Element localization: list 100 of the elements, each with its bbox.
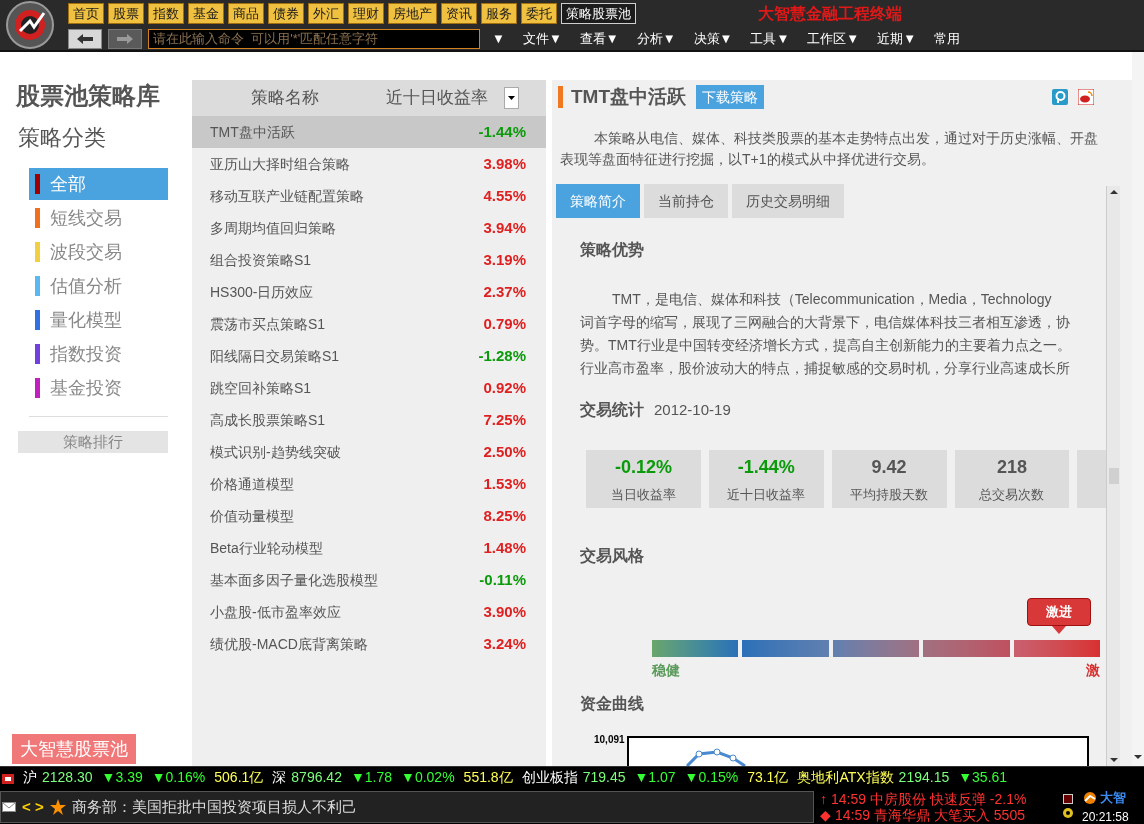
strategy-row[interactable]: 高成长股票策略S1 7.25% <box>192 404 546 436</box>
scrollbar[interactable] <box>1106 186 1120 766</box>
quote-text: 719.45 <box>582 768 626 787</box>
scroll-thumb[interactable] <box>1108 468 1119 484</box>
quote-text: 沪 <box>23 768 37 787</box>
share-icon[interactable] <box>1052 89 1068 105</box>
weibo-icon[interactable] <box>1078 89 1094 105</box>
strategy-row[interactable]: 小盘股-低市盈率效应 3.90% <box>192 596 546 628</box>
stat-value: 9.42 <box>871 455 907 479</box>
alert-marker: ◆ <box>820 806 831 823</box>
nav-button[interactable]: 股票 <box>108 3 144 24</box>
advantage-text-line: 势。TMT行业是中国转变经济增长方式，提高自主创新能力的主要着力点之一。 <box>580 336 1071 355</box>
quote-text: 2194.15 <box>898 768 950 787</box>
detail-tab[interactable]: 当前持仓 <box>644 184 728 218</box>
return-value: 0.79% <box>483 313 526 334</box>
nav-button[interactable]: 服务 <box>481 3 517 24</box>
quote-text: 奥地利ATX指数 <box>797 768 894 787</box>
menu-item[interactable]: 工具▼ <box>744 28 796 49</box>
section-heading: 策略优势 <box>580 240 645 260</box>
return-value: 8.25% <box>483 505 526 526</box>
column-header: 近十日收益率 <box>386 87 489 110</box>
menu-item[interactable]: 近期▼ <box>871 28 922 49</box>
strategy-row[interactable]: 震荡市买点策略S1 0.79% <box>192 308 546 340</box>
category-item[interactable]: 基金投资 <box>29 372 168 404</box>
advantage-text-line: 词首字母的缩写，展现了三网融合的大背景下，电信媒体科技三者相互渗透，协 <box>580 313 1070 332</box>
command-field[interactable]: 请在此输入命令 可以用'*'匹配任意字符 <box>148 28 480 49</box>
menu-item[interactable]: 文件▼ <box>516 28 568 49</box>
strategy-row[interactable]: 组合投资策略S1 3.19% <box>192 244 546 276</box>
back-button[interactable] <box>68 28 102 49</box>
nav-button[interactable]: 房地产 <box>388 3 437 24</box>
news-nav-arrows[interactable]: < > <box>22 795 44 818</box>
quote-text: ▼35.61 <box>958 768 1008 787</box>
nav-button[interactable]: 外汇 <box>308 3 344 24</box>
nav-button[interactable]: 资讯 <box>441 3 477 24</box>
scroll-down-icon[interactable] <box>1108 757 1119 763</box>
forward-button[interactable] <box>108 28 142 49</box>
app-title: 大智慧金融工程终端 <box>758 3 902 24</box>
strategy-row[interactable]: Beta行业轮动模型 1.48% <box>192 532 546 564</box>
alert-toggle[interactable] <box>1063 794 1073 805</box>
stat-value: -0.12% <box>614 455 672 479</box>
return-value: 1.53% <box>483 473 526 494</box>
news-headline[interactable]: 商务部：美国拒批中国投资项目损人不利己 <box>71 795 357 818</box>
stat-label: 近十日收益率 <box>727 485 806 504</box>
brand-logo-text: 大智 <box>1100 789 1126 807</box>
strategy-row[interactable]: 价值动量模型 8.25% <box>192 500 546 532</box>
caret-icon <box>508 96 515 100</box>
category-item[interactable]: 波段交易 <box>29 236 168 268</box>
nav-button[interactable]: 商品 <box>228 3 264 24</box>
strategy-row[interactable]: 亚历山大择时组合策略 3.98% <box>192 148 546 180</box>
alert-text[interactable]: 青海华鼎 大笔买入 5505 <box>874 806 1025 823</box>
menu-item[interactable]: 分析▼ <box>630 28 682 49</box>
stat-label: 当日收益率 <box>610 485 676 504</box>
nav-button[interactable]: 基金 <box>188 3 224 24</box>
return-value: 3.94% <box>483 217 526 238</box>
mail-icon[interactable] <box>2 801 16 812</box>
brand-logo-icon <box>1082 790 1098 805</box>
nav-button[interactable]: 理财 <box>348 3 384 24</box>
scale-low-label: 稳健 <box>652 661 680 680</box>
quote-text: 创业板指 <box>521 768 578 787</box>
scroll-up-icon[interactable] <box>1108 189 1119 195</box>
nav-button[interactable]: 首页 <box>68 3 104 24</box>
detail-tab[interactable]: 历史交易明细 <box>732 184 844 218</box>
strategy-row[interactable]: TMT盘中活跃 -1.44% <box>192 116 546 148</box>
category-item[interactable]: 量化模型 <box>29 304 168 336</box>
alert-text[interactable]: 中房股份 快速反弹 -2.1% <box>870 790 1027 807</box>
category-item[interactable]: 估值分析 <box>29 270 168 302</box>
strategy-row[interactable]: 跳空回补策略S1 0.92% <box>192 372 546 404</box>
quote-text: 506.1亿 <box>214 768 264 787</box>
strategy-row[interactable]: 基本面多因子量化选股模型 -0.11% <box>192 564 546 596</box>
quote-text: ▼1.07 <box>634 768 676 787</box>
menu-item[interactable]: 常用 <box>928 28 966 49</box>
nav-button[interactable]: 委托 <box>521 3 557 24</box>
menu-item[interactable]: 查看▼ <box>573 28 625 49</box>
strategy-row[interactable]: 绩优股-MACD底背离策略 3.24% <box>192 628 546 660</box>
strategy-description: 本策略从电信、媒体、科技类股票的基本走势特点出发，通过对于历史涨幅、开盘表现等盘面特征进行挖掘，以T+1的模式从中择优进行交易。 <box>559 129 1099 169</box>
strategy-row[interactable]: 模式识别-趋势线突破 2.50% <box>192 436 546 468</box>
nav-button[interactable]: 债券 <box>268 3 304 24</box>
alert-marker: ↑ <box>820 790 827 807</box>
category-item[interactable]: 短线交易 <box>29 202 168 234</box>
menu-item[interactable]: ▼ <box>486 28 511 49</box>
return-value: 3.98% <box>483 153 526 174</box>
scale-high-label: 激 <box>1086 661 1100 680</box>
menu-item[interactable]: 决策▼ <box>687 28 739 49</box>
stat-label: 平均持股天数 <box>850 485 929 504</box>
strategy-row[interactable]: 阳线隔日交易策略S1 -1.28% <box>192 340 546 372</box>
sort-dropdown-button[interactable] <box>504 87 519 109</box>
strategy-row[interactable]: 价格通道模型 1.53% <box>192 468 546 500</box>
window-scrollbar[interactable] <box>1132 52 1144 766</box>
return-value: 2.37% <box>483 281 526 302</box>
quote-text: ▼0.15% <box>684 768 739 787</box>
strategy-row[interactable]: 多周期均值回归策略 3.94% <box>192 212 546 244</box>
strategy-row[interactable]: 移动互联产业链配置策略 4.55% <box>192 180 546 212</box>
alert-time: 14:59 <box>835 806 871 823</box>
nav-button[interactable]: 策略股票池 <box>561 3 636 24</box>
gear-icon[interactable] <box>1062 807 1074 820</box>
category-item[interactable]: 指数投资 <box>29 338 168 370</box>
menu-item[interactable]: 工作区▼ <box>801 28 866 49</box>
strategy-row[interactable]: HS300-日历效应 2.37% <box>192 276 546 308</box>
nav-button[interactable]: 指数 <box>148 3 184 24</box>
scroll-down-icon[interactable] <box>1133 754 1143 760</box>
